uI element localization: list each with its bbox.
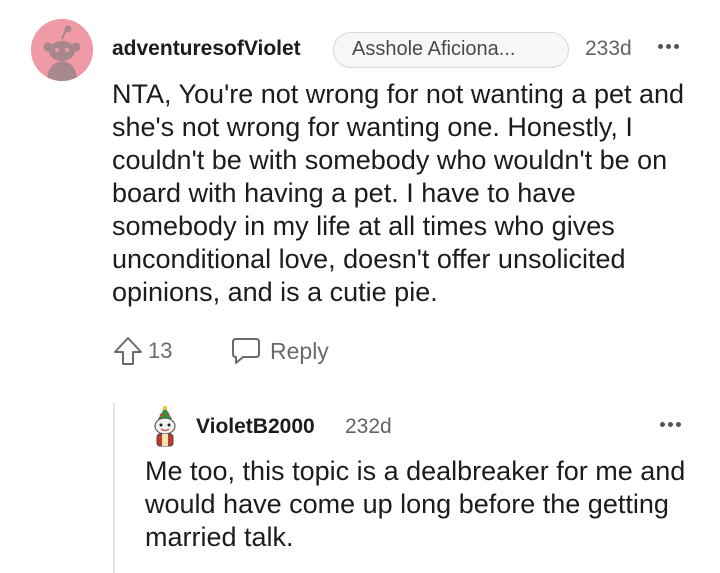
comment-body: NTA, You're not wrong for not wanting a … [112, 79, 685, 307]
upvote-arrow-icon [114, 337, 142, 365]
reply-label: Reply [270, 337, 329, 364]
more-options-button[interactable] [658, 44, 679, 49]
reply-avatar[interactable] [150, 405, 180, 447]
reply-more-options-button[interactable] [660, 422, 681, 427]
vote-count: 13 [148, 338, 173, 363]
avatar[interactable] [31, 19, 93, 81]
comment-timestamp: 233d [585, 37, 632, 60]
custom-avatar-icon [154, 406, 176, 447]
thread-line[interactable] [113, 403, 115, 573]
comment-username[interactable]: adventuresofViolet [112, 37, 301, 61]
reply-username[interactable]: VioletB2000 [196, 415, 315, 439]
reply-button[interactable]: Reply [230, 336, 329, 366]
reply-body: Me too, this topic is a dealbreaker for … [145, 456, 686, 552]
more-dots-icon [658, 44, 679, 49]
speech-bubble-icon [232, 338, 260, 364]
reply-timestamp: 232d [345, 415, 392, 438]
upvote-button[interactable]: 13 [112, 336, 172, 366]
snoo-avatar-icon [31, 19, 93, 81]
user-flair: Asshole Aficiona... [333, 32, 569, 68]
more-dots-icon [660, 422, 681, 427]
